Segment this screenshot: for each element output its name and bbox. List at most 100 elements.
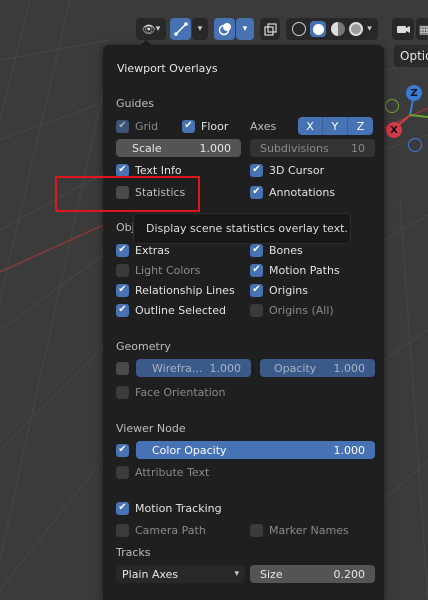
gizmo-y-neg[interactable] xyxy=(385,99,399,113)
eye-icon: 👁 xyxy=(141,22,156,36)
chevron-down-icon: ▾ xyxy=(155,24,161,34)
subdivisions-field[interactable]: Subdivisions 10 xyxy=(250,139,375,157)
scale-label: Scale xyxy=(132,141,162,155)
camera-view-button[interactable] xyxy=(392,18,414,40)
attribute-text-label: Attribute Text xyxy=(135,465,210,479)
render-preview-button[interactable]: ▦ xyxy=(416,18,428,40)
shading-mode-group[interactable]: ▾ xyxy=(286,18,378,40)
gizmo-dropdown[interactable]: ▾ xyxy=(192,18,208,40)
checkmark-icon: ✔ xyxy=(116,303,129,317)
overlays-toggle-button[interactable] xyxy=(214,18,235,40)
annotations-checkbox[interactable]: ✔ Annotations xyxy=(250,184,335,200)
chevron-down-icon: ▾ xyxy=(197,24,203,34)
scale-value: 1.000 xyxy=(199,141,232,155)
axis-z-toggle[interactable]: Z xyxy=(348,117,373,135)
tracks-heading: Tracks xyxy=(116,546,151,559)
panel-title: Viewport Overlays xyxy=(117,62,218,75)
wireframe-opacity-field[interactable]: Opacity 1.000 xyxy=(260,359,375,377)
scale-field[interactable]: Scale 1.000 xyxy=(116,139,241,157)
checkmark-icon: ✔ xyxy=(116,163,129,177)
marker-names-label: Marker Names xyxy=(269,523,349,537)
motion-paths-checkbox[interactable]: ✔ Motion Paths xyxy=(250,262,340,278)
face-orientation-checkbox[interactable]: Face Orientation xyxy=(116,384,225,400)
text-info-label: Text Info xyxy=(135,163,182,177)
gizmo-icon xyxy=(173,22,188,36)
checkmark-icon: ✔ xyxy=(250,263,263,277)
wireframe-label: Wirefra... xyxy=(152,361,203,375)
checkmark-icon: ✔ xyxy=(250,163,263,177)
solid-shading-icon[interactable] xyxy=(310,21,327,37)
wireframe-shading-icon[interactable] xyxy=(292,22,307,36)
xray-icon xyxy=(263,22,277,36)
gizmo-z-neg[interactable] xyxy=(408,138,422,152)
gizmo-x-axis[interactable]: X xyxy=(386,122,402,138)
xray-toggle-button[interactable] xyxy=(260,18,280,40)
face-orientation-label: Face Orientation xyxy=(135,385,226,399)
floor-checkbox[interactable]: ✔ Floor xyxy=(182,118,228,134)
attribute-text-checkbox[interactable]: Attribute Text xyxy=(116,464,209,480)
subdivisions-value: 10 xyxy=(351,141,365,155)
color-opacity-label: Color Opacity xyxy=(152,443,227,457)
geometry-heading: Geometry xyxy=(116,340,171,353)
marker-names-checkbox[interactable]: Marker Names xyxy=(250,522,349,538)
origins-checkbox[interactable]: ✔ Origins xyxy=(250,282,308,298)
grid-icon: ▦ xyxy=(418,22,428,36)
camera-icon xyxy=(396,26,410,33)
cursor-3d-checkbox[interactable]: ✔ 3D Cursor xyxy=(250,162,324,178)
checkbox-box xyxy=(116,523,129,537)
gizmo-toggle-button[interactable] xyxy=(170,18,191,40)
light-colors-checkbox[interactable]: Light Colors xyxy=(116,262,200,278)
light-colors-label: Light Colors xyxy=(135,263,201,277)
overlays-icon xyxy=(218,23,231,36)
statistics-tooltip: Display scene statistics overlay text. xyxy=(133,213,351,244)
tracks-display-select[interactable]: Plain Axes ▾ xyxy=(116,565,245,583)
viewer-node-checkbox[interactable]: ✔ xyxy=(116,442,129,458)
overlays-dropdown[interactable]: ▾ xyxy=(236,18,254,40)
checkmark-icon: ✔ xyxy=(116,119,129,133)
visibility-button[interactable]: 👁 ▾ xyxy=(136,18,166,40)
guides-heading: Guides xyxy=(116,97,155,110)
annotations-label: Annotations xyxy=(269,185,336,199)
track-size-field[interactable]: Size 0.200 xyxy=(250,565,375,583)
color-opacity-field[interactable]: Color Opacity 1.000 xyxy=(136,441,375,459)
bones-checkbox[interactable]: ✔ Bones xyxy=(250,242,303,258)
rendered-shading-icon[interactable] xyxy=(348,22,363,36)
motion-tracking-checkbox[interactable]: ✔ Motion Tracking xyxy=(116,500,222,516)
axis-x-toggle[interactable]: X xyxy=(298,117,323,135)
relationship-lines-checkbox[interactable]: ✔ Relationship Lines xyxy=(116,282,235,298)
material-shading-icon[interactable] xyxy=(330,22,345,36)
options-label: Optio xyxy=(400,49,428,63)
grid-checkbox[interactable]: ✔ Grid xyxy=(116,118,158,134)
relationship-lines-label: Relationship Lines xyxy=(135,283,235,297)
axis-y-toggle[interactable]: Y xyxy=(323,117,348,135)
axes-toggle-group[interactable]: X Y Z xyxy=(298,117,373,135)
opacity-label: Opacity xyxy=(274,361,317,375)
checkbox-box xyxy=(116,263,129,277)
motion-paths-label: Motion Paths xyxy=(269,263,340,277)
color-opacity-value: 1.000 xyxy=(333,443,366,457)
visibility-toggle[interactable]: 👁 ▾ xyxy=(136,16,166,42)
floor-label: Floor xyxy=(201,119,229,133)
wireframe-value: 1.000 xyxy=(209,361,242,375)
extras-checkbox[interactable]: ✔ Extras xyxy=(116,242,170,258)
checkbox-box xyxy=(250,523,263,537)
origins-label: Origins xyxy=(269,283,308,297)
extras-label: Extras xyxy=(135,243,170,257)
subdivisions-label: Subdivisions xyxy=(260,141,329,155)
axes-label: Axes xyxy=(250,118,276,134)
chevron-down-icon: ▾ xyxy=(242,24,248,34)
wireframe-threshold-field[interactable]: Wirefra... 1.000 xyxy=(136,359,251,377)
origins-all-checkbox[interactable]: Origins (All) xyxy=(250,302,334,318)
checkbox-box xyxy=(250,303,263,317)
options-dropdown[interactable]: Optio xyxy=(394,45,428,67)
camera-path-checkbox[interactable]: Camera Path xyxy=(116,522,206,538)
tooltip-text: Display scene statistics overlay text. xyxy=(146,222,348,235)
outline-selected-checkbox[interactable]: ✔ Outline Selected xyxy=(116,302,226,318)
size-value: 0.200 xyxy=(333,567,366,581)
gizmo-x-label: X xyxy=(390,124,398,136)
outline-selected-label: Outline Selected xyxy=(135,303,226,317)
gizmo-z-axis[interactable]: Z xyxy=(406,85,422,101)
chevron-down-icon[interactable]: ▾ xyxy=(367,24,372,34)
checkmark-icon: ✔ xyxy=(250,185,263,199)
wireframe-checkbox[interactable] xyxy=(116,360,129,376)
